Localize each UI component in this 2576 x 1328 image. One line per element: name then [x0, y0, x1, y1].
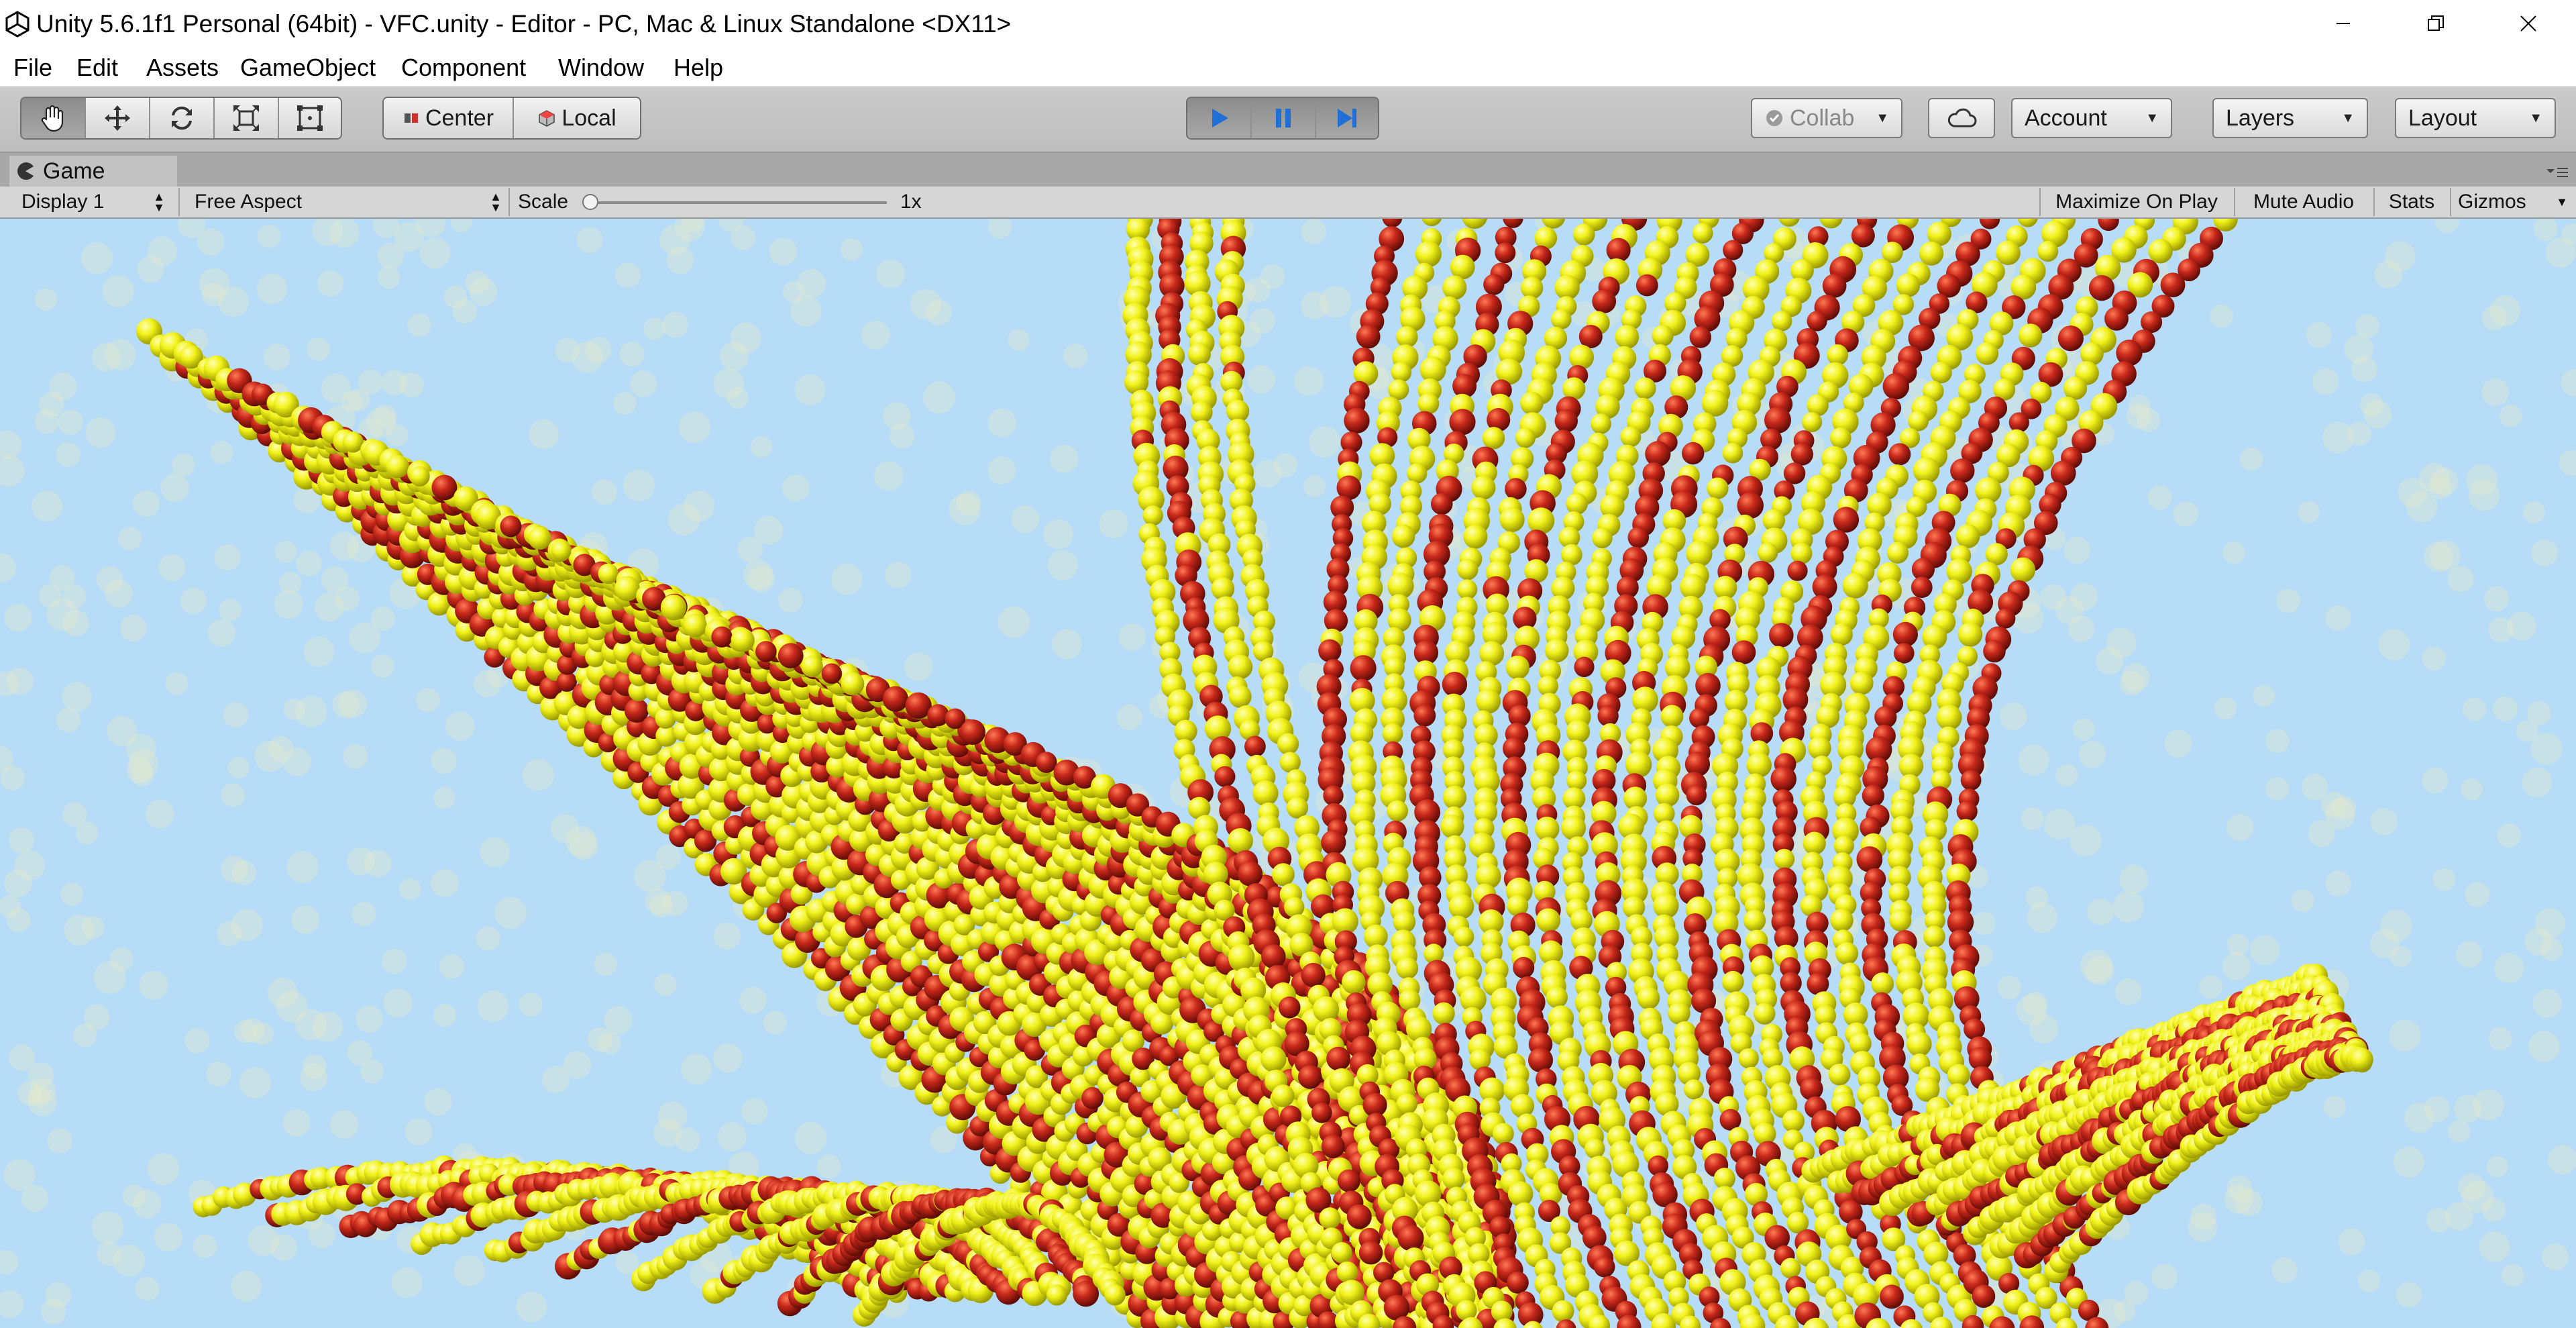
window-title: Unity 5.6.1f1 Personal (64bit) - VFC.uni…: [36, 10, 1012, 38]
dropdown-arrow-icon: ▼: [2556, 195, 2568, 209]
game-view-toolbar: Display 1 ▲ ▼ Free Aspect ▲ ▼ Scale 1x Max…: [0, 187, 2576, 219]
updown-arrow-icon: ▲ ▼: [153, 190, 165, 214]
step-button[interactable]: [1316, 98, 1378, 138]
stats-label: Stats: [2388, 191, 2435, 213]
step-icon: [1338, 109, 1356, 127]
layers-dropdown[interactable]: Layers ▼: [2212, 98, 2368, 138]
pacman-game-icon: [17, 162, 34, 180]
layout-dropdown[interactable]: Layout ▼: [2395, 98, 2556, 138]
account-label: Account: [2025, 105, 2107, 131]
gizmos-dropdown[interactable]: Gizmos ▼: [2453, 188, 2573, 216]
minimize-button[interactable]: [2297, 0, 2390, 47]
display-label: Display 1: [21, 191, 105, 213]
game-viewport[interactable]: [0, 219, 2576, 1328]
tab-game[interactable]: Game: [9, 156, 177, 187]
menu-component[interactable]: Component: [401, 50, 526, 86]
dropdown-arrow-icon: ▼: [2145, 110, 2159, 125]
close-button[interactable]: [2482, 0, 2575, 47]
rect-tool-icon: [297, 105, 323, 131]
tab-strip: Game: [0, 153, 2576, 187]
menu-assets[interactable]: Assets: [146, 50, 219, 86]
move-tool-button[interactable]: [86, 98, 150, 138]
unity-logo-icon: [5, 11, 30, 38]
scale-slider-track[interactable]: [589, 201, 887, 204]
transform-tools: [20, 97, 342, 140]
menu-window[interactable]: Window: [558, 50, 644, 86]
playback-controls: [1186, 97, 1379, 140]
collab-label: Collab: [1790, 105, 1855, 131]
scale-tool-button[interactable]: [215, 98, 279, 138]
restore-button[interactable]: [2390, 0, 2482, 47]
pivot-center-label: Center: [425, 105, 494, 131]
scale-icon: [233, 105, 259, 131]
mute-audio-label: Mute Audio: [2253, 191, 2355, 213]
restore-icon: [2428, 15, 2444, 31]
maximize-on-play-toggle[interactable]: Maximize On Play: [2042, 188, 2231, 216]
hand-icon: [41, 105, 64, 132]
rotate-icon: [172, 106, 192, 130]
cloud-icon: [1947, 108, 1977, 127]
cloud-button[interactable]: [1928, 98, 1995, 138]
menu-gameobject[interactable]: GameObject: [240, 50, 376, 86]
menu-bar: File Edit Assets GameObject Component Wi…: [0, 50, 2576, 87]
move-icon: [105, 105, 130, 131]
local-cube-icon: [539, 110, 555, 127]
stats-toggle[interactable]: Stats: [2376, 188, 2447, 216]
hand-tool-button[interactable]: [21, 98, 86, 138]
maximize-on-play-label: Maximize On Play: [2055, 191, 2218, 213]
menu-help[interactable]: Help: [674, 50, 723, 86]
check-icon: [1766, 110, 1782, 126]
pause-button[interactable]: [1252, 98, 1316, 138]
gizmos-label: Gizmos: [2458, 191, 2526, 213]
dropdown-arrow-icon: ▼: [1876, 110, 1889, 125]
minimize-icon: [2337, 23, 2350, 24]
aspect-dropdown[interactable]: Free Aspect ▲ ▼: [182, 188, 507, 216]
particle-scene: [0, 219, 2576, 1328]
dropdown-arrow-icon: ▼: [2341, 110, 2355, 125]
pivot-local-button[interactable]: Local: [514, 98, 640, 138]
tab-game-label: Game: [43, 158, 105, 184]
display-dropdown[interactable]: Display 1 ▲ ▼: [7, 188, 170, 216]
pivot-icon: [404, 113, 418, 123]
dropdown-arrow-icon: ▼: [2529, 110, 2542, 125]
play-icon: [1212, 109, 1228, 127]
account-dropdown[interactable]: Account ▼: [2011, 98, 2172, 138]
updown-arrow-icon: ▲ ▼: [490, 190, 502, 214]
main-toolbar: Center Local Collab ▼ Account ▼ Layers ▼…: [0, 87, 2576, 153]
layers-label: Layers: [2226, 105, 2295, 131]
close-icon: [2520, 15, 2536, 32]
panel-menu-icon[interactable]: [2545, 165, 2569, 181]
menu-edit[interactable]: Edit: [76, 50, 118, 86]
rect-tool-button[interactable]: [279, 98, 341, 138]
mute-audio-toggle[interactable]: Mute Audio: [2237, 188, 2371, 216]
play-button[interactable]: [1187, 98, 1252, 138]
rotate-tool-button[interactable]: [150, 98, 215, 138]
title-bar: Unity 5.6.1f1 Personal (64bit) - VFC.uni…: [0, 0, 2576, 50]
layout-label: Layout: [2408, 105, 2477, 131]
aspect-label: Free Aspect: [195, 191, 303, 213]
scale-label: Scale: [518, 191, 569, 213]
pivot-center-button[interactable]: Center: [384, 98, 514, 138]
pivot-local-label: Local: [561, 105, 616, 131]
scale-value: 1x: [900, 191, 922, 213]
menu-file[interactable]: File: [13, 50, 52, 86]
collab-dropdown[interactable]: Collab ▼: [1751, 98, 1902, 138]
scale-slider-thumb[interactable]: [582, 194, 598, 210]
pause-icon: [1276, 109, 1291, 127]
pivot-controls: Center Local: [382, 97, 641, 140]
